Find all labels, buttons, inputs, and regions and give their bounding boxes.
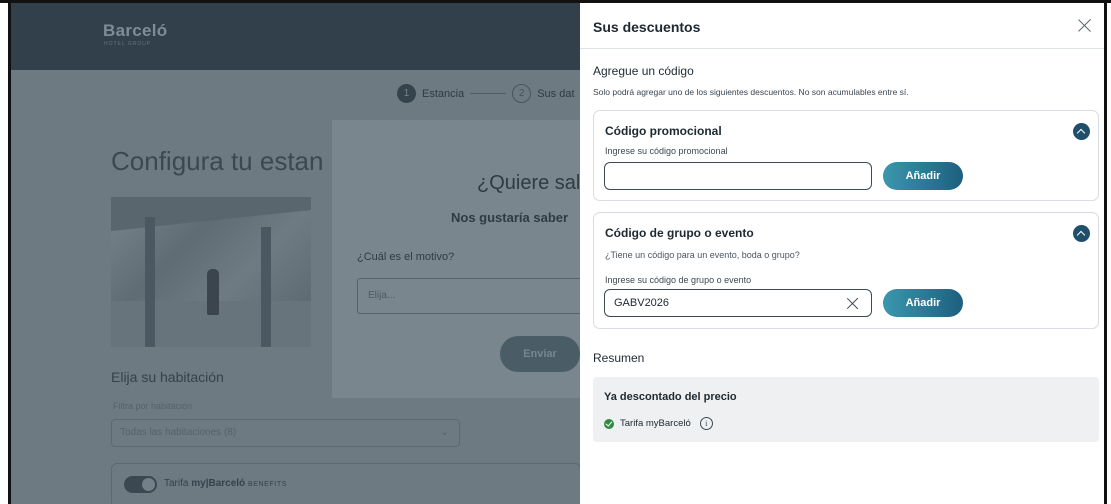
room-section-title: Elija su habitación [111, 369, 224, 385]
close-icon[interactable] [1075, 16, 1095, 36]
step-connector [470, 93, 507, 94]
promo-code-input-label: Ingrese su código promocional [605, 146, 728, 156]
chevron-up-icon[interactable] [1073, 225, 1090, 242]
panel-title: Sus descuentos [593, 19, 701, 35]
step-1-label: Estancia [422, 87, 465, 100]
submit-survey-button[interactable]: Enviar [500, 336, 580, 372]
step-2-label: Sus dat [537, 87, 575, 100]
promo-code-card: Código promocional Ingrese su código pro… [593, 110, 1099, 201]
step-1-dot: 1 [397, 84, 416, 103]
survey-title: ¿Quiere sal [477, 172, 581, 194]
add-group-code-button[interactable]: Añadir [883, 289, 963, 317]
add-code-title: Agregue un código [593, 64, 694, 78]
survey-question: ¿Cuál es el motivo? [357, 251, 455, 263]
group-code-title: Código de grupo o evento [605, 226, 754, 240]
survey-subtitle: Nos gustaría saber [451, 210, 569, 225]
group-code-input-label: Ingrese su código de grupo o evento [605, 275, 752, 285]
hotel-image [111, 197, 311, 347]
summary-title: Resumen [593, 351, 645, 365]
room-filter-label: Filtra por habitación [113, 401, 193, 411]
summary-box-title: Ya descontado del precio [604, 391, 737, 403]
site-header: Barceló HOTEL GROUP [0, 0, 580, 70]
reason-select-placeholder: Elija... [368, 290, 396, 301]
info-icon[interactable]: i [699, 417, 713, 430]
group-code-subtitle: ¿Tiene un código para un evento, boda o … [605, 250, 800, 260]
frame-top-border [0, 0, 1111, 3]
tarifa-toggle[interactable] [124, 476, 157, 493]
tarifa-prefix: Tarifa [164, 478, 189, 489]
barcelo-logo: Barceló [103, 21, 168, 40]
tarifa-benefits: BENEFITS [247, 481, 287, 488]
tarifa-brand: my|Barceló [191, 478, 246, 489]
panel-header: Sus descuentos [580, 3, 1104, 49]
promo-code-title: Código promocional [605, 124, 722, 138]
tarifa-card: Tarifa my|Barceló BENEFITS [111, 463, 580, 504]
chevron-down-icon: ⌄ [440, 427, 449, 438]
survey-modal: ¿Quiere sal Nos gustaría saber ¿Cuál es … [332, 120, 587, 398]
discounts-panel: Sus descuentos Agregue un código Solo po… [580, 3, 1104, 504]
group-code-card: Código de grupo o evento ¿Tiene un códig… [593, 212, 1099, 329]
page-title: Configura tu estan [111, 146, 324, 176]
booking-steps: 1 Estancia 2 Sus dat [397, 84, 575, 103]
reason-select[interactable]: Elija... [357, 278, 587, 314]
group-code-input[interactable] [604, 289, 872, 317]
applied-rate-row: Tarifa myBarceló i [604, 417, 713, 430]
clear-icon[interactable] [846, 297, 859, 310]
step-2-dot: 2 [512, 84, 532, 103]
summary-box: Ya descontado del precio Tarifa myBarcel… [593, 377, 1099, 442]
check-circle-icon [604, 418, 614, 429]
add-code-note: Solo podrá agregar uno de los siguientes… [593, 87, 909, 97]
frame-left-border [8, 0, 11, 504]
add-promo-code-button[interactable]: Añadir [883, 162, 963, 190]
room-filter-select[interactable]: Todas las habitaciones (8) ⌄ [111, 419, 460, 447]
tarifa-label: Tarifa my|Barceló BENEFITS [164, 478, 287, 489]
room-filter-value: Todas las habitaciones (8) [120, 427, 237, 438]
applied-rate-label: Tarifa myBarceló [620, 418, 691, 429]
frame-right-border [1104, 0, 1107, 504]
logo-subtitle: HOTEL GROUP [104, 41, 152, 47]
promo-code-input[interactable] [604, 162, 872, 190]
chevron-up-icon[interactable] [1073, 123, 1090, 140]
frame-right-margin [1107, 0, 1111, 504]
